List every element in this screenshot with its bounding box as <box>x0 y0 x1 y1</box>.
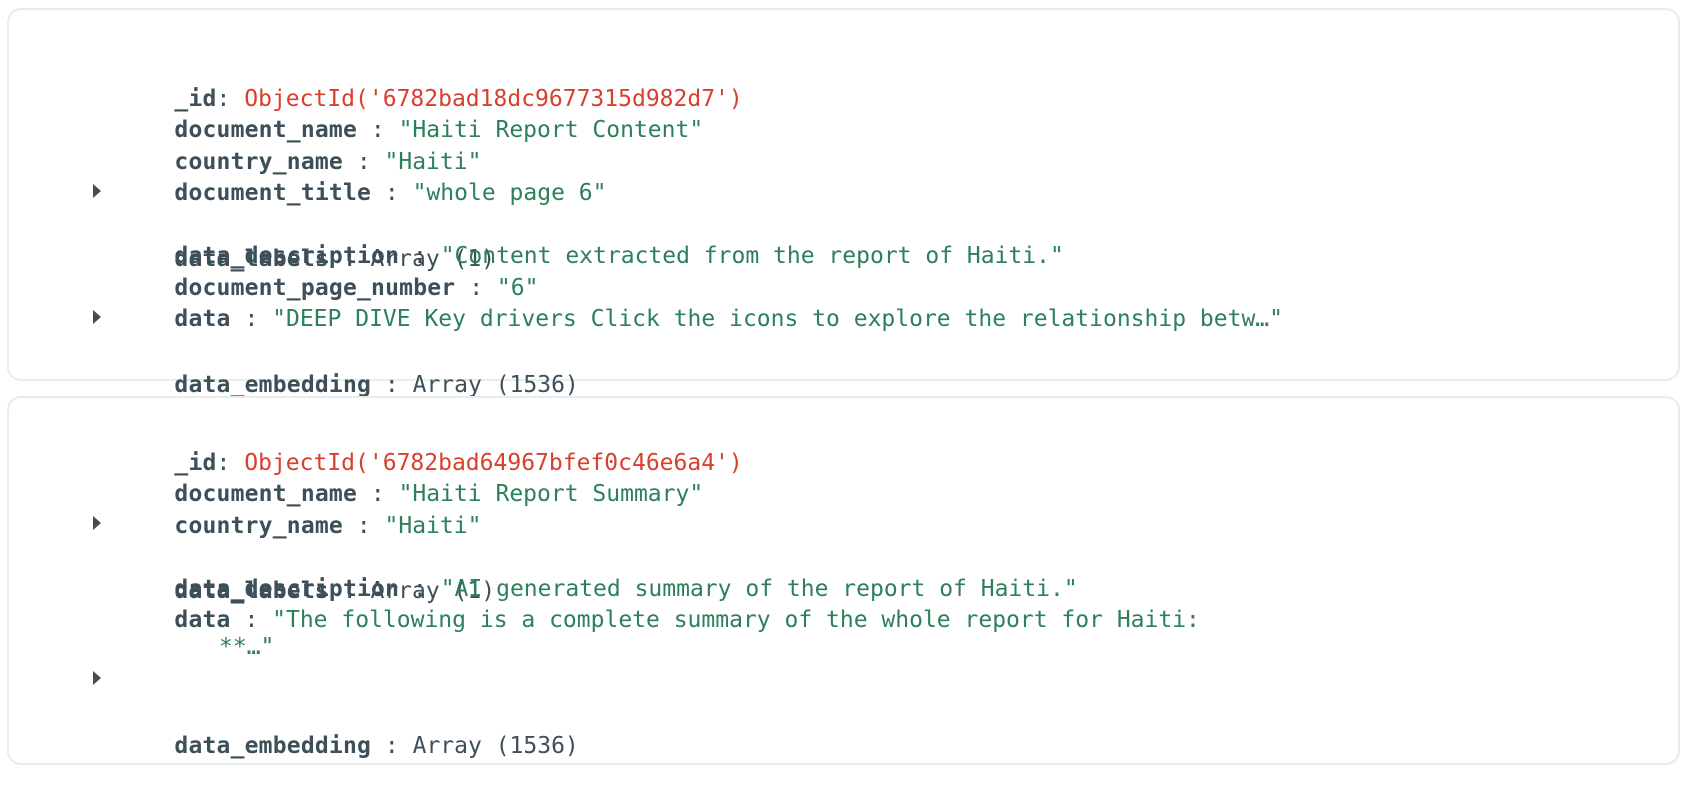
field-row-data-labels[interactable]: data_labels : Array (1) <box>93 174 495 272</box>
field-row-document-title: document_title : "whole page 6" <box>174 180 607 206</box>
field-row-document-name: document_name : "Haiti Report Content" <box>174 117 704 143</box>
field-row-data-embedding[interactable]: data_embedding : Array (1536) <box>93 300 579 398</box>
field-row-data-labels[interactable]: data_labels : Array (1) <box>93 506 495 604</box>
field-row-document-name: document_name : "Haiti Report Summary" <box>174 481 704 507</box>
field-value[interactable]: "The following is a complete summary of … <box>272 607 1200 633</box>
expand-arrow-icon[interactable] <box>93 671 101 685</box>
field-value-continuation: **…" <box>219 634 275 660</box>
field-key: data_embedding <box>174 733 372 759</box>
field-row-data-description: data_description : "AI generated summary… <box>174 576 1078 602</box>
document-card: _id: ObjectId('6782bad18dc9677315d982d7'… <box>7 8 1680 398</box>
field-value[interactable]: Array (1536) <box>413 733 579 759</box>
expand-arrow-icon[interactable] <box>93 184 101 198</box>
field-row-data: data : "DEEP DIVE Key drivers Click the … <box>174 306 1283 332</box>
document-card: _id: ObjectId('6782bad64967bfef0c46e6a4'… <box>7 396 1680 765</box>
field-row-data-embedding[interactable]: data_embedding : Array (1536) <box>93 661 579 759</box>
expand-arrow-icon[interactable] <box>93 516 101 530</box>
field-row-country-name: country_name : "Haiti" <box>174 149 482 175</box>
expand-arrow-icon[interactable] <box>93 310 101 324</box>
field-row-document-page-number: document_page_number : "6" <box>174 275 539 301</box>
field-row-data-description: data_description : "Content extracted fr… <box>174 243 1064 269</box>
field-row-id: _id: ObjectId('6782bad18dc9677315d982d7'… <box>174 86 743 112</box>
field-row-country-name: country_name : "Haiti" <box>174 513 482 539</box>
field-key: data_embedding <box>174 372 372 398</box>
field-row-data: data : "The following is a complete summ… <box>174 607 1200 633</box>
field-value[interactable]: Array (1536) <box>413 372 579 398</box>
field-row-id: _id: ObjectId('6782bad64967bfef0c46e6a4'… <box>174 450 743 476</box>
